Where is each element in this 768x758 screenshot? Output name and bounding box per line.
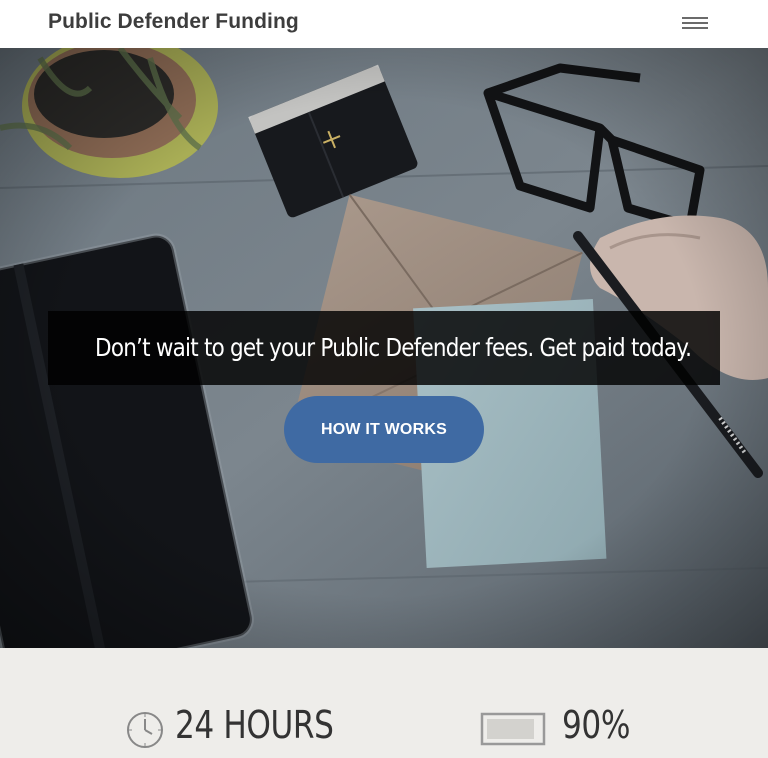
stat-value-hours: 24 HOURS	[175, 703, 334, 747]
site-header: Public Defender Funding	[0, 0, 768, 48]
tagline-banner: Don’t wait to get your Public Defender f…	[48, 311, 720, 385]
menu-line	[682, 22, 708, 24]
hamburger-menu-icon[interactable]	[676, 12, 714, 36]
hero-section: Don’t wait to get your Public Defender f…	[0, 48, 768, 648]
clock-icon	[127, 712, 163, 748]
menu-line	[682, 27, 708, 29]
stats-section: 24 HOURS 90%	[0, 648, 768, 758]
menu-line	[682, 17, 708, 19]
hero-tagline: Don’t wait to get your Public Defender f…	[95, 333, 692, 362]
battery-icon	[480, 712, 546, 746]
site-brand[interactable]: Public Defender Funding	[48, 10, 299, 34]
stat-value-percent: 90%	[562, 703, 631, 747]
how-it-works-button[interactable]: HOW IT WORKS	[284, 396, 484, 463]
